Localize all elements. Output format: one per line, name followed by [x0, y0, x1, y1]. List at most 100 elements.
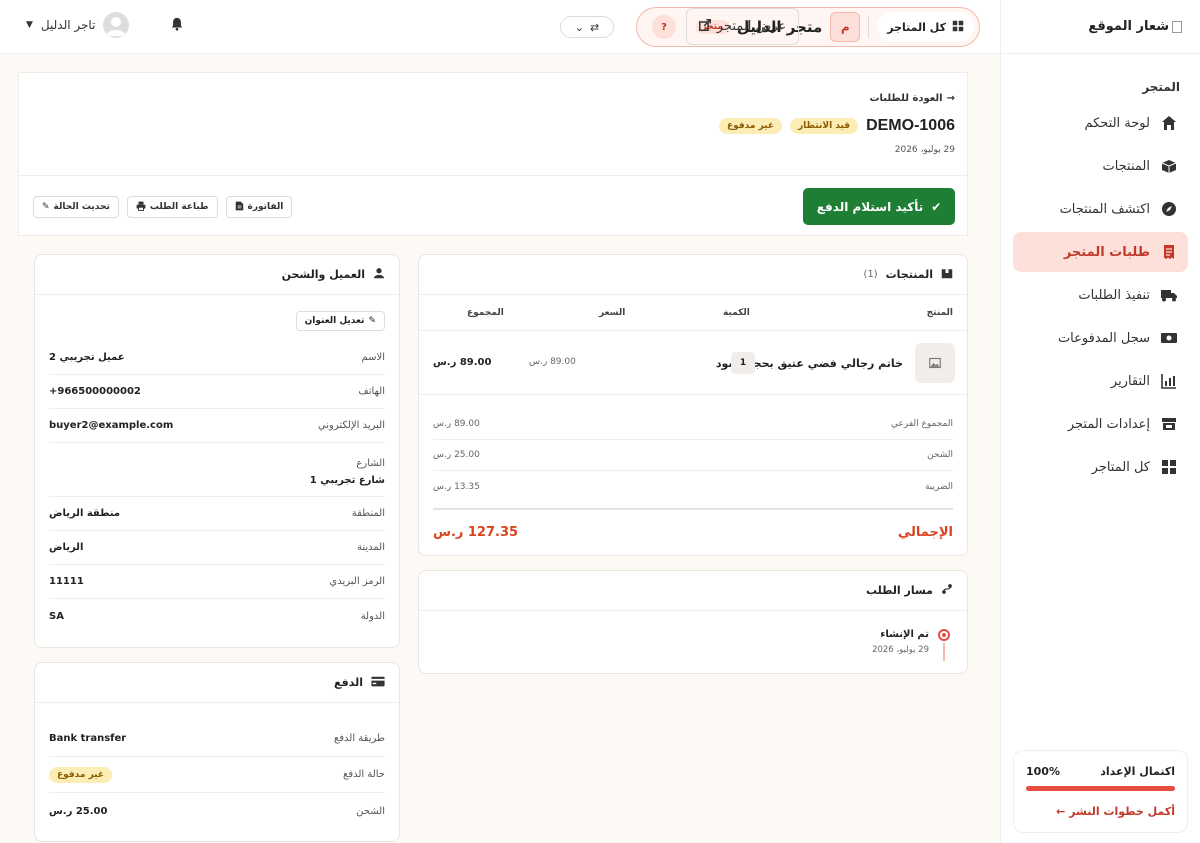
grid-icon: [1160, 458, 1178, 476]
order-id: DEMO-1006: [866, 117, 955, 134]
user-menu[interactable]: تاجر الدليل ▼: [26, 12, 130, 38]
print-order-button[interactable]: طباعة الطلب: [126, 196, 218, 218]
pencil-icon: ✎: [42, 202, 50, 212]
sidebar-item-reports[interactable]: التقارير: [1013, 361, 1188, 401]
setup-title: اكتمال الإعداد: [1100, 765, 1175, 778]
payment-status-label: حالة الدفع: [343, 769, 385, 780]
grand-total-value: 127.35 ر.س: [433, 524, 519, 540]
field-value: شارع تجريبي 1: [309, 475, 385, 486]
tax-value: 13.35 ر.س: [433, 481, 480, 492]
sidebar-item-fulfillment[interactable]: تنفيذ الطلبات: [1013, 275, 1188, 315]
timeline-dot-icon: [938, 629, 950, 641]
user-avatar: [103, 12, 130, 38]
sidebar-item-label: تنفيذ الطلبات: [1078, 287, 1150, 303]
payment-title: الدفع: [334, 676, 363, 689]
site-logo[interactable]: شعار الموقع: [1001, 0, 1200, 54]
edit-address-button[interactable]: ✎ تعديل العنوان: [295, 311, 385, 331]
field-region: المنطقة منطقة الرياض: [49, 497, 385, 531]
field-label: المنطقة: [351, 508, 385, 519]
document-icon: [235, 201, 244, 214]
complete-publish-steps-link[interactable]: أكمل خطوات النشر ←: [1026, 805, 1175, 818]
order-actions: ✎ تحديث الحالة طباعة الطلب الفاتورة: [33, 196, 293, 218]
swap-icon: ⇄: [590, 20, 600, 34]
sidebar-item-label: إعدادات المتجر: [1067, 416, 1150, 432]
back-to-orders-link[interactable]: → العودة للطلبات: [869, 93, 955, 104]
money-icon: [1160, 329, 1178, 347]
tax-row: الضريبة 13.35 ر.س: [433, 471, 953, 502]
sidebar-item-payments-log[interactable]: سجل المدفوعات: [1013, 318, 1188, 358]
payment-fields: طريقة الدفع Bank transfer حالة الدفع غير…: [49, 721, 385, 829]
receipt-icon: [1160, 243, 1178, 261]
user-name: تاجر الدليل: [40, 18, 96, 32]
payment-shipping-label: الشحن: [356, 805, 385, 817]
field-value: +966500000002: [49, 386, 141, 397]
home-icon: [1160, 114, 1178, 132]
shipping-label: الشحن: [927, 450, 953, 460]
field-label: المدينة: [356, 542, 385, 553]
payment-status-badge: غير مدفوع: [718, 118, 782, 134]
customer-fields: الاسم عميل تجريبي 2 الهاتف +966500000002…: [49, 341, 385, 633]
confirm-payment-button[interactable]: ✔ تأكيد استلام الدفع: [803, 188, 955, 225]
field-label: الشارع: [356, 458, 385, 469]
tax-label: الضريبة: [924, 481, 953, 492]
col-total: المجموع: [467, 308, 504, 318]
setup-progress-bar: [1026, 786, 1175, 791]
products-card-header: المنتجات (1): [419, 255, 967, 295]
topbar: كل المتاجر م متجر الدليل متجر ? ⇄ ⌄ عرض …: [0, 0, 1000, 54]
order-title-row: DEMO-1006 قيد الانتظار غير مدفوع: [718, 117, 955, 135]
sidebar-section-title: المتجر: [1142, 80, 1180, 94]
sidebar-item-discover[interactable]: اكتشف المنتجات: [1013, 189, 1188, 229]
field-value: الرياض: [49, 542, 84, 553]
sidebar-item-label: لوحة التحكم: [1084, 115, 1150, 131]
caret-down-icon: ▼: [26, 20, 33, 30]
field-street: الشارع شارع تجريبي 1: [49, 443, 385, 497]
setup-percent: 100%: [1026, 765, 1060, 778]
sidebar-item-products[interactable]: المنتجات: [1013, 146, 1188, 186]
update-status-button[interactable]: ✎ تحديث الحالة: [33, 196, 119, 218]
timeline-line: [943, 643, 945, 661]
sidebar-item-label: التقارير: [1110, 373, 1150, 389]
grand-total-row: الإجمالي 127.35 ر.س: [433, 508, 953, 554]
sidebar-item-all-stores[interactable]: كل المتاجر: [1013, 447, 1188, 487]
grid-icon: [952, 20, 964, 35]
check-icon: ✔: [931, 199, 942, 214]
timeline-header: مسار الطلب: [419, 571, 967, 611]
products-card: المنتجات (1) المنتج الكمية السعر المجموع…: [418, 254, 968, 556]
order-status-badge: قيد الانتظار: [790, 118, 859, 134]
sidebar-item-store-settings[interactable]: إعدادات المتجر: [1013, 404, 1188, 444]
sidebar-item-dashboard[interactable]: لوحة التحكم: [1013, 103, 1188, 143]
payment-card-header: الدفع: [35, 663, 399, 703]
field-value: SA: [49, 610, 64, 622]
field-value: عميل تجريبي 2: [49, 352, 125, 363]
sidebar-item-store-orders[interactable]: طلبات المتجر: [1013, 232, 1188, 272]
field-name: الاسم عميل تجريبي 2: [49, 341, 385, 375]
timeline-event-title: تم الإنشاء: [880, 629, 929, 640]
field-value: 11111: [49, 576, 84, 587]
printer-icon: [136, 201, 146, 214]
sidebar-item-label: سجل المدفوعات: [1057, 330, 1150, 346]
invoice-label: الفاتورة: [247, 202, 284, 212]
all-stores-button[interactable]: كل المتاجر: [877, 12, 974, 42]
products-count: (1): [863, 269, 878, 280]
help-button[interactable]: ?: [652, 15, 676, 39]
image-placeholder-icon: [915, 343, 955, 383]
col-product: المنتج: [926, 308, 953, 318]
order-timeline-card: مسار الطلب تم الإنشاء 29 يوليو، 2026: [418, 570, 968, 674]
subtotal-label: المجموع الفرعي: [891, 419, 953, 429]
back-label: العودة للطلبات: [869, 93, 943, 104]
sidebar-item-label: اكتشف المنتجات: [1059, 201, 1150, 217]
view-store-button[interactable]: عرض المتجر: [686, 8, 799, 45]
credit-card-icon: [371, 676, 385, 690]
logo-text: شعار الموقع: [1088, 19, 1169, 34]
payment-status-badge: غير مدفوع: [49, 766, 113, 783]
arrow-right-icon: →: [946, 93, 955, 104]
field-city: المدينة الرياض: [49, 531, 385, 565]
bell-icon[interactable]: [166, 17, 184, 35]
switch-store-dropdown[interactable]: ⇄ ⌄: [560, 16, 614, 38]
external-link-icon: [698, 18, 711, 35]
invoice-button[interactable]: الفاتورة: [225, 196, 293, 218]
field-value: منطقة الرياض: [49, 508, 121, 519]
pill-divider: [868, 16, 870, 38]
product-price: 89.00 ر.س: [529, 357, 576, 367]
col-qty: الكمية: [723, 308, 750, 318]
